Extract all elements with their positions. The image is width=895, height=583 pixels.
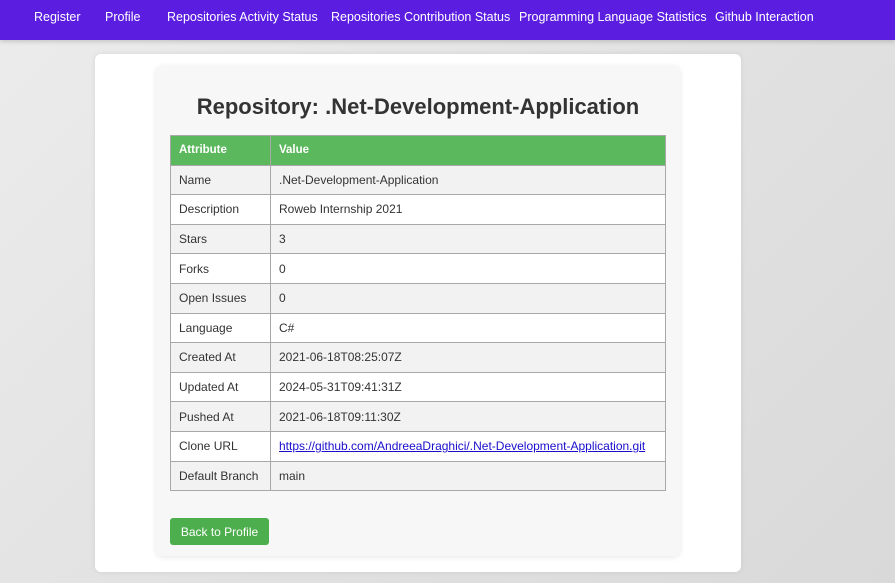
table-row: Forks 0 — [170, 253, 666, 284]
clone-url-link[interactable]: https://github.com/AndreeaDraghici/.Net-… — [279, 439, 645, 453]
nav-link-register[interactable]: Register — [34, 0, 81, 34]
created-at-value-cell: 2021-06-18T08:25:07Z — [270, 342, 666, 373]
table-row: Description Roweb Internship 2021 — [170, 194, 666, 225]
top-navbar: Register Profile Repositories Activity S… — [0, 0, 895, 40]
nav-link-profile[interactable]: Profile — [105, 0, 140, 34]
description-value-cell: Roweb Internship 2021 — [270, 194, 666, 225]
nav-link-github-interaction[interactable]: Github Interaction — [715, 0, 814, 34]
nav-link-repositories-contribution-status[interactable]: Repositories Contribution Status — [331, 0, 510, 34]
table-row: Language C# — [170, 312, 666, 344]
table-row: Updated At 2024-05-31T09:41:31Z — [170, 371, 666, 403]
language-value-cell: C# — [270, 312, 666, 344]
attribute-clone-url-cell: Clone URL — [170, 430, 271, 462]
column-header-attribute: Attribute — [170, 135, 271, 166]
clone-url-value-cell: https://github.com/AndreeaDraghici/.Net-… — [270, 430, 666, 462]
updated-at-value-cell: 2024-05-31T09:41:31Z — [270, 371, 666, 403]
default-branch-value-cell: main — [270, 460, 666, 492]
attribute-pushed-at-cell: Pushed At — [170, 401, 271, 432]
nav-link-repositories-activity-status[interactable]: Repositories Activity Status — [167, 0, 318, 34]
attribute-language-cell: Language — [170, 312, 271, 344]
table-header-row: Attribute Value — [170, 135, 666, 166]
forks-value-cell: 0 — [270, 253, 666, 284]
table-row: Clone URL https://github.com/AndreeaDrag… — [170, 430, 666, 462]
nav-link-programming-language-statistics[interactable]: Programming Language Statistics — [519, 0, 707, 34]
attribute-default-branch-cell: Default Branch — [170, 460, 271, 492]
table-row: Pushed At 2021-06-18T09:11:30Z — [170, 401, 666, 432]
attribute-forks-cell: Forks — [170, 253, 271, 284]
back-to-profile-button[interactable]: Back to Profile — [170, 518, 269, 545]
page-title: Repository: .Net-Development-Application — [196, 94, 640, 119]
stars-value-cell: 3 — [270, 223, 666, 255]
attribute-open-issues-cell: Open Issues — [170, 282, 271, 314]
repository-details-panel: Repository: .Net-Development-Application… — [156, 66, 680, 556]
column-header-value: Value — [270, 135, 666, 166]
table-row: Stars 3 — [170, 223, 666, 255]
attribute-updated-at-cell: Updated At — [170, 371, 271, 403]
open-issues-value-cell: 0 — [270, 282, 666, 314]
table-row: Open Issues 0 — [170, 282, 666, 314]
table-row: Default Branch main — [170, 460, 666, 492]
table-row: Created At 2021-06-18T08:25:07Z — [170, 342, 666, 373]
name-value-cell: .Net-Development-Application — [270, 164, 666, 196]
repository-attributes-table: Attribute Value Name .Net-Development-Ap… — [170, 135, 666, 492]
table-row: Name .Net-Development-Application — [170, 164, 666, 196]
attribute-description-cell: Description — [170, 194, 271, 225]
pushed-at-value-cell: 2021-06-18T09:11:30Z — [270, 401, 666, 432]
content-card: Repository: .Net-Development-Application… — [95, 54, 741, 572]
attribute-created-at-cell: Created At — [170, 342, 271, 373]
attribute-stars-cell: Stars — [170, 223, 271, 255]
attribute-name-cell: Name — [170, 164, 271, 196]
